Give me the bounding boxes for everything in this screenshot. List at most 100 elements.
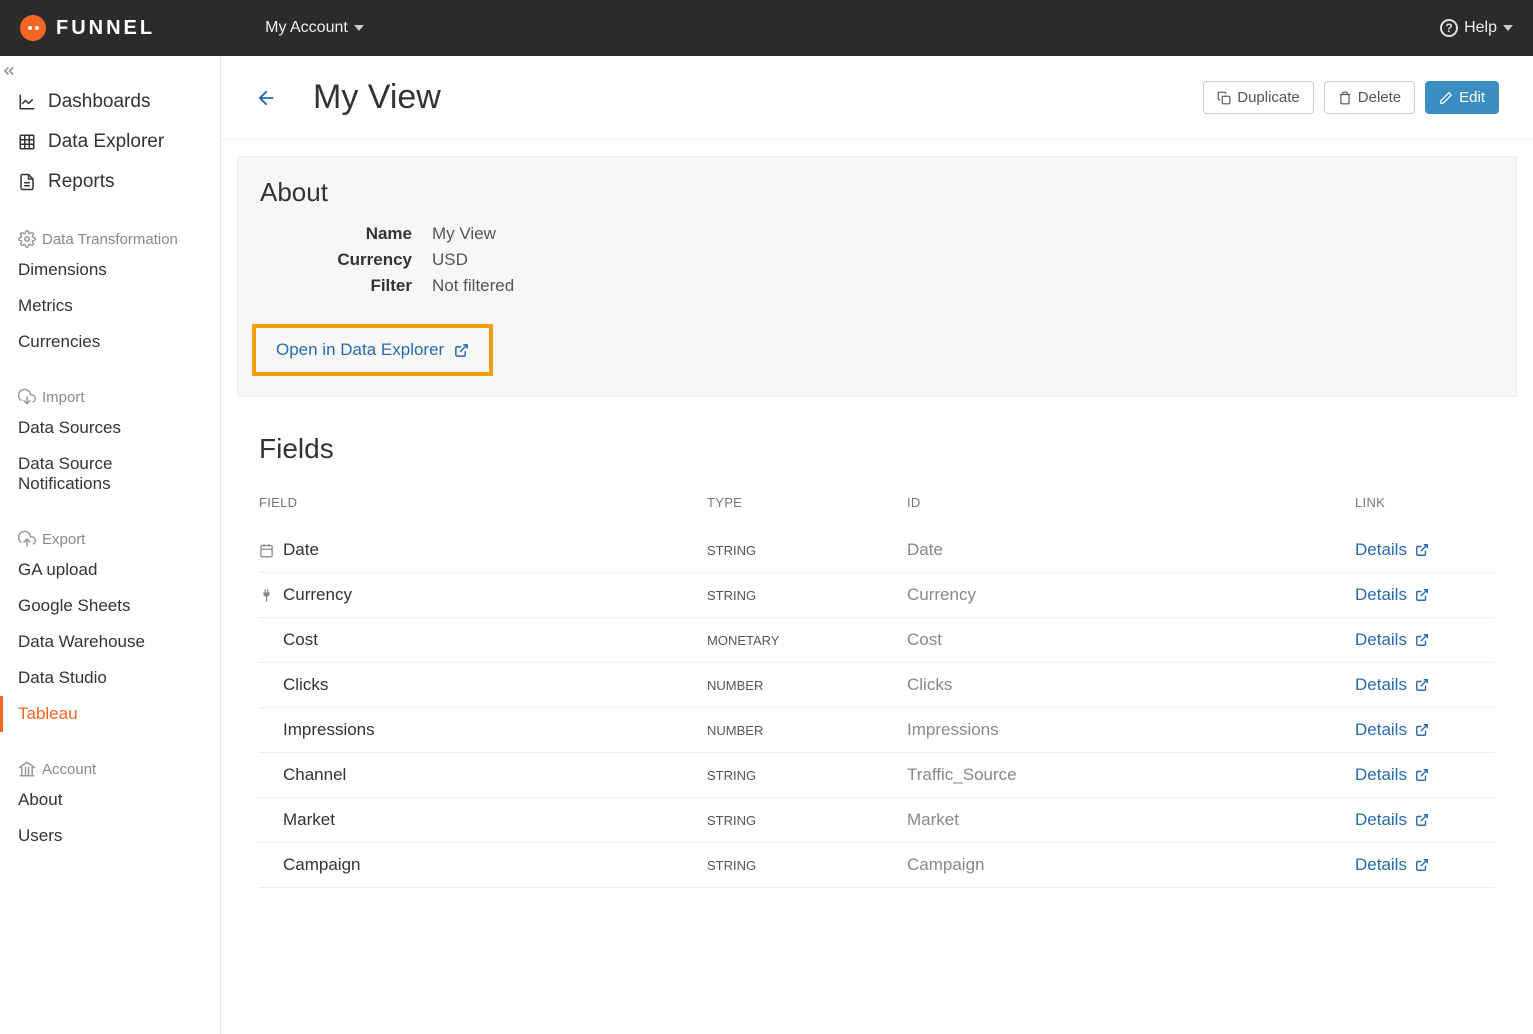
details-link[interactable]: Details xyxy=(1355,585,1495,605)
sidebar-section-title: Data Transformation xyxy=(42,231,178,248)
page-title: My View xyxy=(313,78,1193,117)
brand-text: FUNNEL xyxy=(56,17,155,40)
bank-icon xyxy=(18,760,36,778)
sidebar-section-account: Account xyxy=(0,750,220,782)
sidebar-item-data-source-notifications[interactable]: Data Source Notifications xyxy=(0,446,220,502)
sidebar-item-reports[interactable]: Reports xyxy=(0,162,220,202)
duplicate-button[interactable]: Duplicate xyxy=(1203,81,1314,114)
sidebar-item-data-explorer[interactable]: Data Explorer xyxy=(0,122,220,162)
col-type: TYPE xyxy=(707,495,907,510)
account-dropdown[interactable]: My Account xyxy=(265,19,364,37)
about-row-currency: CurrencyUSD xyxy=(260,250,1494,270)
sidebar-item-about[interactable]: About xyxy=(0,782,220,818)
plug-icon xyxy=(259,588,275,603)
brand[interactable]: FUNNEL xyxy=(20,15,155,41)
field-name: Currency xyxy=(259,585,707,605)
field-name: Date xyxy=(259,540,707,560)
details-link[interactable]: Details xyxy=(1355,675,1495,695)
details-link[interactable]: Details xyxy=(1355,855,1495,875)
trash-icon xyxy=(1338,91,1352,105)
back-arrow-icon[interactable] xyxy=(255,87,277,109)
details-link[interactable]: Details xyxy=(1355,810,1495,830)
caret-down-icon xyxy=(1503,25,1513,31)
help-dropdown[interactable]: ? Help xyxy=(1440,19,1513,37)
open-in-data-explorer-link[interactable]: Open in Data Explorer xyxy=(276,340,444,360)
table-row: ImpressionsNUMBERImpressionsDetails xyxy=(259,708,1495,753)
field-name: Campaign xyxy=(259,855,707,875)
about-heading: About xyxy=(260,177,1494,208)
calendar-icon xyxy=(259,543,275,558)
cloud-upload-icon xyxy=(18,530,36,548)
field-id: Cost xyxy=(907,630,1355,650)
sidebar-item-label: Data Explorer xyxy=(48,131,164,153)
table-row: CurrencySTRINGCurrencyDetails xyxy=(259,573,1495,618)
field-id: Date xyxy=(907,540,1355,560)
table-row: ChannelSTRINGTraffic_SourceDetails xyxy=(259,753,1495,798)
fields-heading: Fields xyxy=(259,433,1495,465)
table-row: MarketSTRINGMarketDetails xyxy=(259,798,1495,843)
field-id: Currency xyxy=(907,585,1355,605)
sidebar-section-export: Export xyxy=(0,520,220,552)
col-field: FIELD xyxy=(259,495,707,510)
funnel-logo-icon xyxy=(20,15,46,41)
table-row: ClicksNUMBERClicksDetails xyxy=(259,663,1495,708)
open-in-data-explorer-highlight: Open in Data Explorer xyxy=(252,324,493,376)
pencil-icon xyxy=(1439,91,1453,105)
field-type: STRING xyxy=(707,543,907,558)
sidebar-item-data-warehouse[interactable]: Data Warehouse xyxy=(0,624,220,660)
file-icon xyxy=(18,173,36,191)
cloud-download-icon xyxy=(18,388,36,406)
table-row: CostMONETARYCostDetails xyxy=(259,618,1495,663)
edit-button[interactable]: Edit xyxy=(1425,81,1499,114)
details-link[interactable]: Details xyxy=(1355,765,1495,785)
sidebar-section-title: Export xyxy=(42,531,85,548)
sidebar-item-data-studio[interactable]: Data Studio xyxy=(0,660,220,696)
sidebar-item-dimensions[interactable]: Dimensions xyxy=(0,252,220,288)
field-type: NUMBER xyxy=(707,678,907,693)
page-header: My View Duplicate Delete Edit xyxy=(221,56,1533,140)
field-type: STRING xyxy=(707,858,907,873)
account-label: My Account xyxy=(265,19,348,37)
field-id: Traffic_Source xyxy=(907,765,1355,785)
sidebar-item-metrics[interactable]: Metrics xyxy=(0,288,220,324)
field-name: Clicks xyxy=(259,675,707,695)
field-id: Clicks xyxy=(907,675,1355,695)
chart-line-icon xyxy=(18,93,36,111)
col-link: LINK xyxy=(1355,495,1495,510)
field-type: NUMBER xyxy=(707,723,907,738)
about-row-filter: FilterNot filtered xyxy=(260,276,1494,296)
collapse-sidebar-icon[interactable] xyxy=(2,64,16,78)
about-value: USD xyxy=(432,250,468,270)
details-link[interactable]: Details xyxy=(1355,720,1495,740)
sidebar-item-label: Reports xyxy=(48,171,115,193)
about-panel: About NameMy View CurrencyUSD FilterNot fi… xyxy=(237,156,1517,397)
about-value: My View xyxy=(432,224,496,244)
field-type: STRING xyxy=(707,768,907,783)
topnav: FUNNEL My Account ? Help xyxy=(0,0,1533,56)
about-label: Filter xyxy=(260,276,432,296)
fields-table-header: FIELD TYPE ID LINK xyxy=(259,483,1495,528)
sidebar-item-dashboards[interactable]: Dashboards xyxy=(0,82,220,122)
field-type: MONETARY xyxy=(707,633,907,648)
field-type: STRING xyxy=(707,813,907,828)
sidebar-item-tableau[interactable]: Tableau xyxy=(0,696,220,732)
sidebar-item-users[interactable]: Users xyxy=(0,818,220,854)
sidebar-item-currencies[interactable]: Currencies xyxy=(0,324,220,360)
field-name: Impressions xyxy=(259,720,707,740)
details-link[interactable]: Details xyxy=(1355,630,1495,650)
fields-panel: Fields FIELD TYPE ID LINK DateSTRINGDate… xyxy=(237,413,1517,908)
delete-button[interactable]: Delete xyxy=(1324,81,1415,114)
sidebar-section-title: Import xyxy=(42,389,85,406)
sidebar-section-title: Account xyxy=(42,761,96,778)
gear-icon xyxy=(18,230,36,248)
sidebar-item-ga-upload[interactable]: GA upload xyxy=(0,552,220,588)
about-label: Name xyxy=(260,224,432,244)
details-link[interactable]: Details xyxy=(1355,540,1495,560)
field-type: STRING xyxy=(707,588,907,603)
external-link-icon xyxy=(454,343,469,358)
field-name: Channel xyxy=(259,765,707,785)
sidebar-item-data-sources[interactable]: Data Sources xyxy=(0,410,220,446)
copy-icon xyxy=(1217,91,1231,105)
sidebar-item-google-sheets[interactable]: Google Sheets xyxy=(0,588,220,624)
help-label: Help xyxy=(1464,19,1497,37)
